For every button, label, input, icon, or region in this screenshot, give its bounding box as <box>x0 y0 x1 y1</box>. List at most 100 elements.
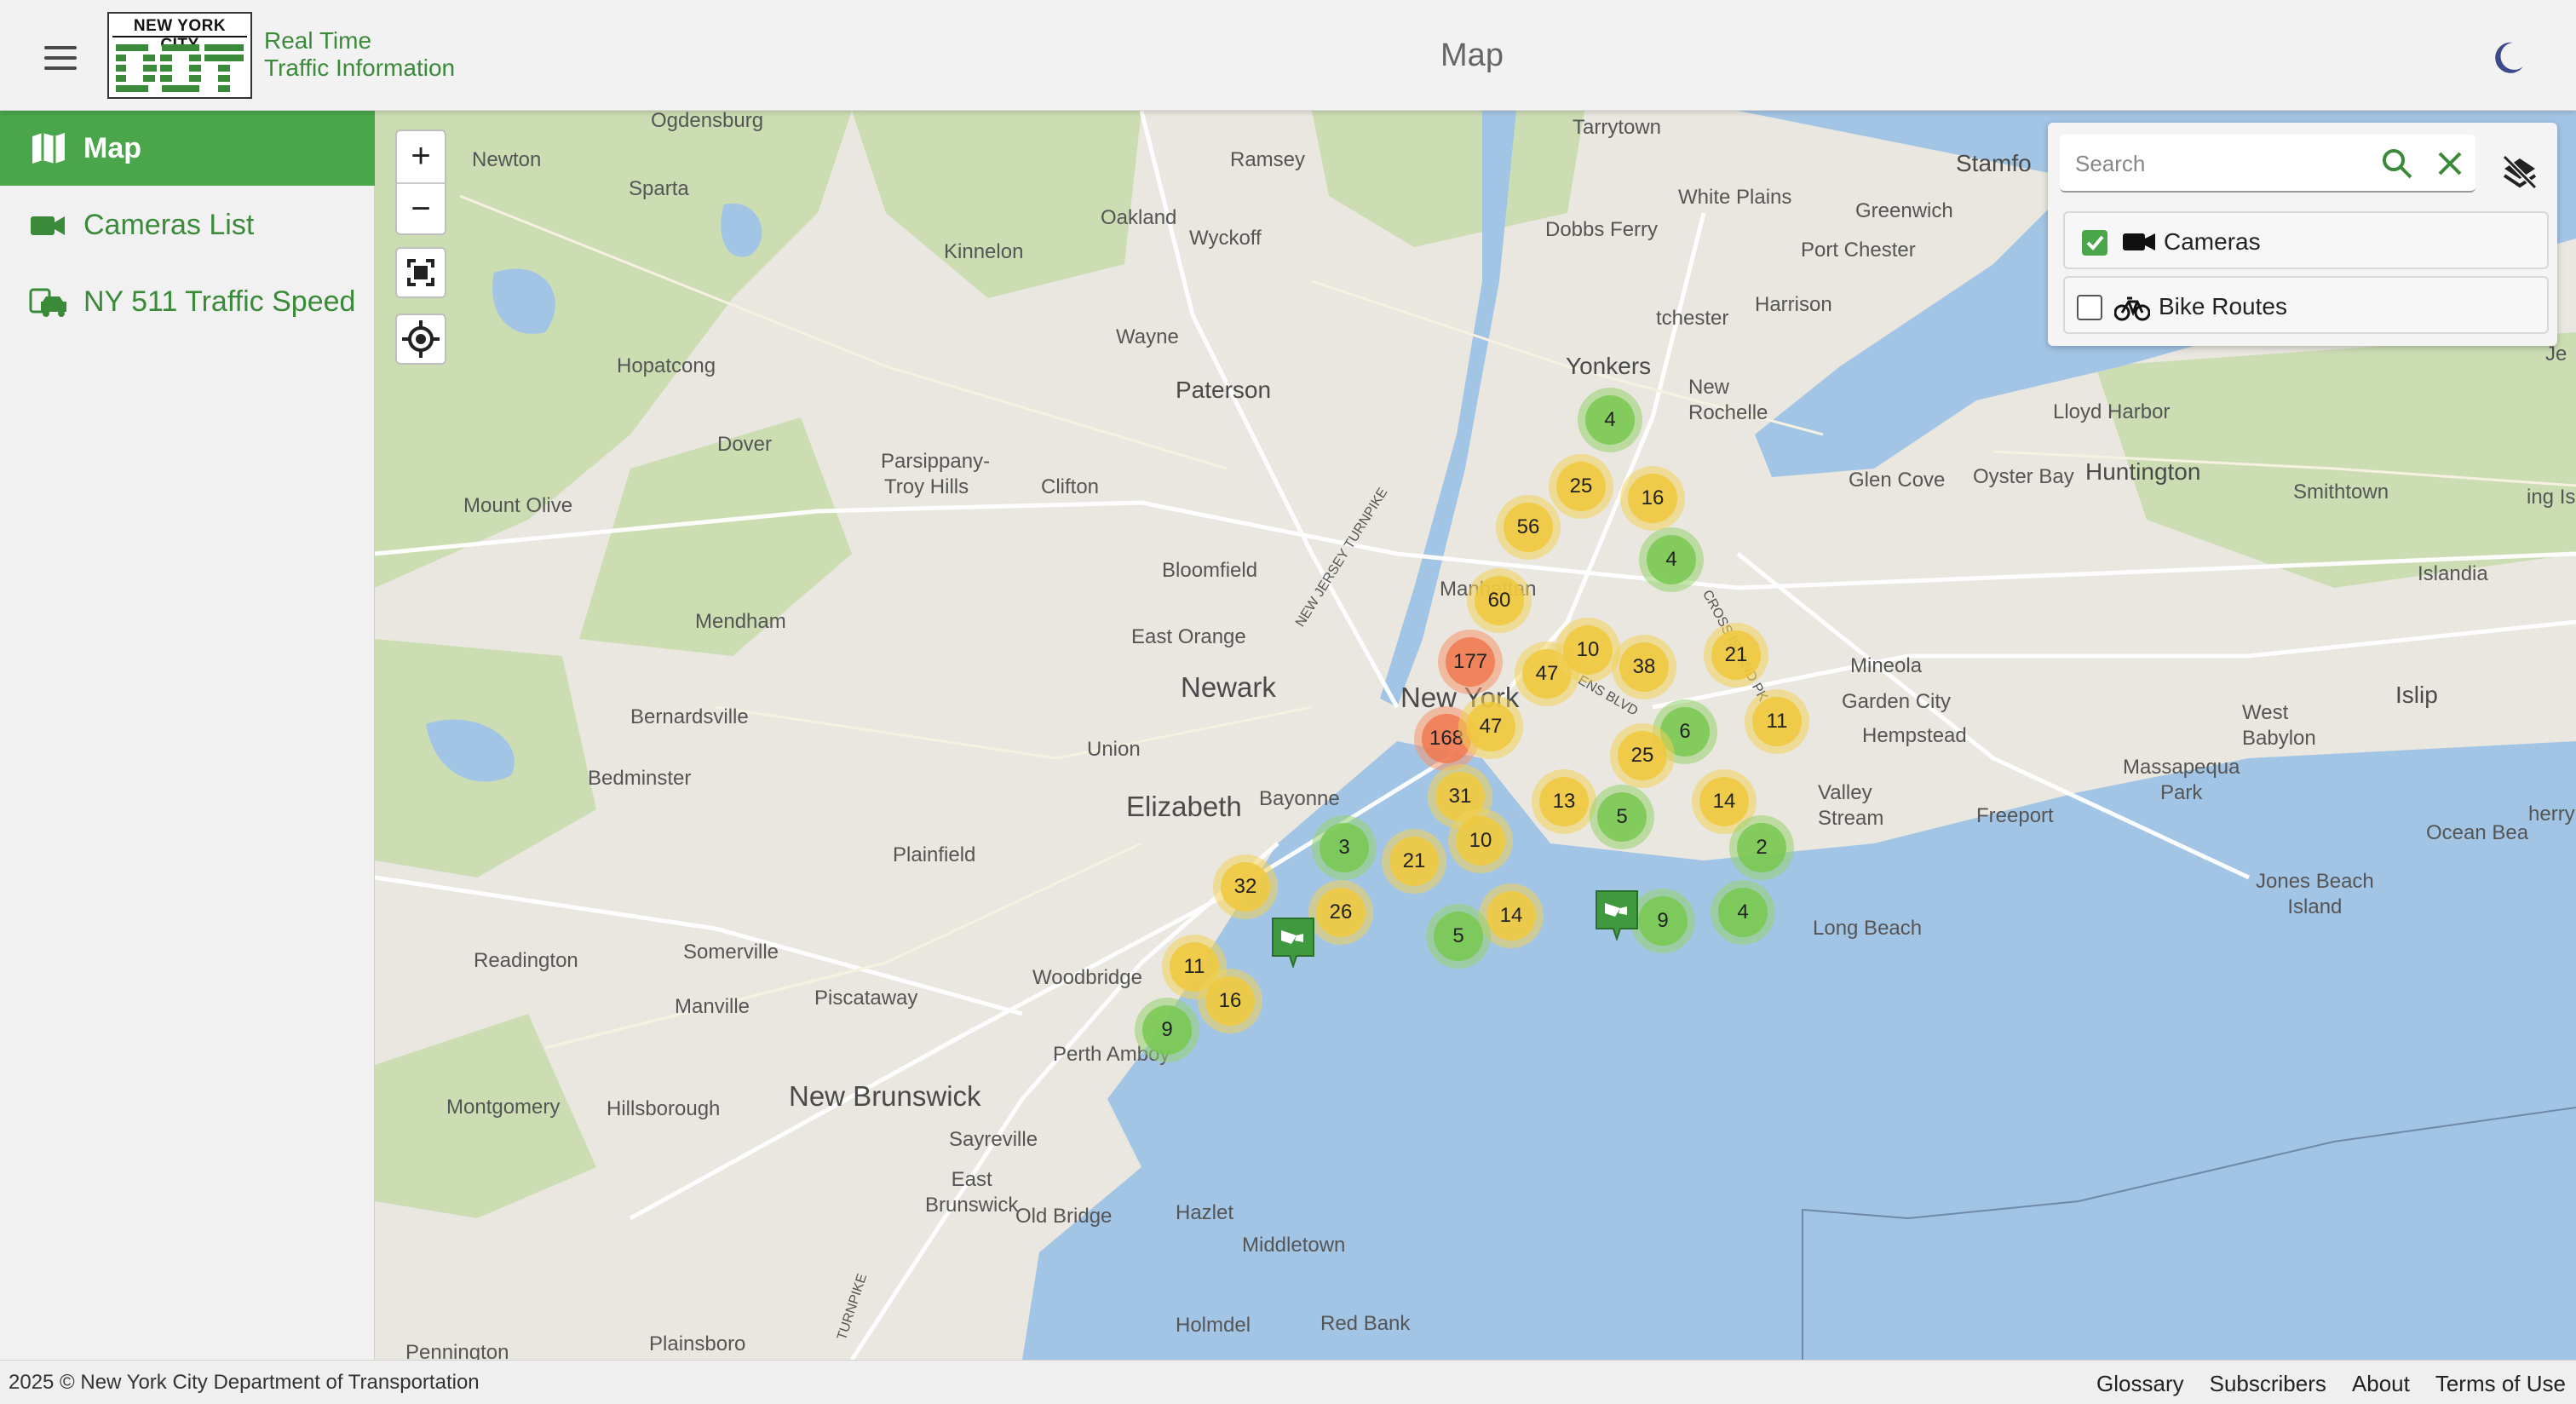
camera-cluster[interactable]: 25 <box>1610 723 1675 788</box>
nyc-dot-logo[interactable]: NEW YORK CITY <box>107 12 252 99</box>
sidebar-item-map[interactable]: Map <box>0 111 375 186</box>
camera-cluster[interactable]: 25 <box>1549 454 1613 519</box>
camera-cluster[interactable]: 9 <box>1135 998 1199 1062</box>
place-label: Bloomfield <box>1162 559 1258 582</box>
layers-off-icon[interactable] <box>2501 153 2539 191</box>
place-label: Mineola <box>1850 654 1923 677</box>
zoom-in-button[interactable]: + <box>397 131 445 182</box>
place-label: Dover <box>717 433 773 456</box>
place-label: Clifton <box>1041 475 1100 498</box>
cluster-count: 25 <box>1556 462 1606 511</box>
search-box <box>2060 135 2475 193</box>
place-label: tchester <box>1656 307 1729 330</box>
place-label: Middletown <box>1242 1234 1346 1257</box>
place-label: West Babylon <box>2242 701 2316 750</box>
camera-cluster[interactable]: 21 <box>1704 623 1768 688</box>
place-label: Islandia <box>2418 562 2488 585</box>
place-label: Ogdensburg <box>651 111 764 132</box>
site-name-line1: Real Time <box>264 27 372 54</box>
footer-link-glossary[interactable]: Glossary <box>2096 1371 2184 1397</box>
place-label: Hempstead <box>1862 724 1967 747</box>
layer-label: Cameras <box>2164 228 2261 255</box>
place-label: Stamfo <box>1956 150 2032 176</box>
cluster-count: 56 <box>1504 503 1553 552</box>
camera-cluster[interactable]: 38 <box>1612 635 1676 699</box>
locate-icon <box>402 320 440 358</box>
camera-cluster[interactable]: 5 <box>1426 904 1491 969</box>
camera-cluster[interactable]: 56 <box>1496 495 1561 560</box>
fullscreen-button[interactable] <box>395 247 446 298</box>
camera-cluster[interactable]: 10 <box>1448 808 1513 873</box>
cluster-count: 13 <box>1539 777 1589 826</box>
place-label: ing Is <box>2527 486 2576 509</box>
cluster-count: 32 <box>1221 862 1270 912</box>
traffic-car-icon <box>29 288 66 317</box>
footer-link-terms[interactable]: Terms of Use <box>2435 1371 2566 1397</box>
place-label: White Plains <box>1678 186 1792 209</box>
cluster-count: 16 <box>1205 976 1255 1026</box>
place-label: Lloyd Harbor <box>2053 400 2171 423</box>
camera-pin-icon[interactable] <box>1595 889 1639 941</box>
place-label: Harrison <box>1755 293 1832 316</box>
camera-cluster[interactable]: 11 <box>1745 689 1809 754</box>
cluster-count: 21 <box>1711 630 1761 680</box>
layer-toggle-bike-routes[interactable]: Bike Routes <box>2063 276 2549 334</box>
place-label: Glen Cove <box>1849 469 1946 492</box>
place-label: Jones Beach Island <box>2256 870 2374 918</box>
layer-panel: Cameras Bike Routes <box>2048 123 2557 346</box>
cluster-count: 9 <box>1638 896 1688 946</box>
cameras-checkbox[interactable] <box>2082 230 2107 256</box>
camera-cluster[interactable]: 4 <box>1639 527 1704 592</box>
place-label: Bernardsville <box>630 705 749 728</box>
cluster-count: 16 <box>1628 474 1677 523</box>
close-icon[interactable] <box>2433 147 2467 181</box>
footer-link-subscribers[interactable]: Subscribers <box>2210 1371 2326 1397</box>
camera-cluster[interactable]: 5 <box>1590 785 1654 849</box>
place-label: Woodbridge <box>1032 966 1142 989</box>
place-label: Tarrytown <box>1573 116 1662 139</box>
camera-cluster[interactable]: 4 <box>1711 880 1775 945</box>
camera-cluster[interactable]: 60 <box>1467 568 1532 633</box>
camera-cluster[interactable]: 47 <box>1458 694 1523 759</box>
sidebar-item-traffic-speed[interactable]: NY 511 Traffic Speed <box>0 264 375 339</box>
zoom-out-button[interactable]: − <box>397 184 445 235</box>
place-label: Je <box>2545 342 2567 365</box>
bike-routes-checkbox[interactable] <box>2077 295 2102 320</box>
moon-icon[interactable] <box>2487 37 2528 78</box>
place-label: Yonkers <box>1566 353 1652 379</box>
camera-cluster[interactable]: 13 <box>1532 769 1596 834</box>
camera-cluster[interactable]: 10 <box>1555 618 1620 682</box>
camera-cluster[interactable]: 16 <box>1198 969 1262 1033</box>
place-label: Parsippany- <box>881 450 991 473</box>
video-camera-icon <box>2123 233 2155 250</box>
footer-link-about[interactable]: About <box>2352 1371 2410 1397</box>
search-input[interactable] <box>2060 135 2366 193</box>
place-label: Garden City <box>1842 690 1952 713</box>
cluster-count: 4 <box>1647 535 1696 584</box>
camera-cluster[interactable]: 4 <box>1578 388 1642 452</box>
camera-cluster[interactable]: 26 <box>1308 880 1373 945</box>
video-camera-icon <box>31 216 65 235</box>
sidebar-item-cameras-list[interactable]: Cameras List <box>0 187 375 262</box>
copyright-text: 2025 © New York City Department of Trans… <box>9 1371 480 1394</box>
camera-cluster[interactable]: 16 <box>1620 466 1685 531</box>
place-label: Pennington <box>405 1341 509 1360</box>
layer-toggle-cameras[interactable]: Cameras <box>2063 211 2549 269</box>
locate-button[interactable] <box>395 314 446 365</box>
cluster-count: 26 <box>1316 888 1366 937</box>
camera-pin-icon[interactable] <box>1271 917 1315 968</box>
camera-cluster[interactable]: 21 <box>1382 829 1446 894</box>
place-label: Long Beach <box>1813 917 1923 940</box>
place-label: Somerville <box>683 941 779 964</box>
menu-icon[interactable] <box>37 39 85 77</box>
cluster-count: 4 <box>1718 888 1768 937</box>
camera-cluster[interactable]: 3 <box>1312 815 1377 880</box>
site-name-line2: Traffic Information <box>264 55 456 81</box>
camera-cluster[interactable]: 177 <box>1438 630 1503 694</box>
camera-cluster[interactable]: 9 <box>1630 889 1695 953</box>
camera-cluster[interactable]: 32 <box>1213 854 1278 919</box>
site-name: Real Time Traffic Information <box>264 27 455 82</box>
search-icon[interactable] <box>2380 147 2414 181</box>
place-label: Sparta <box>629 177 689 200</box>
camera-cluster[interactable]: 2 <box>1729 815 1794 880</box>
